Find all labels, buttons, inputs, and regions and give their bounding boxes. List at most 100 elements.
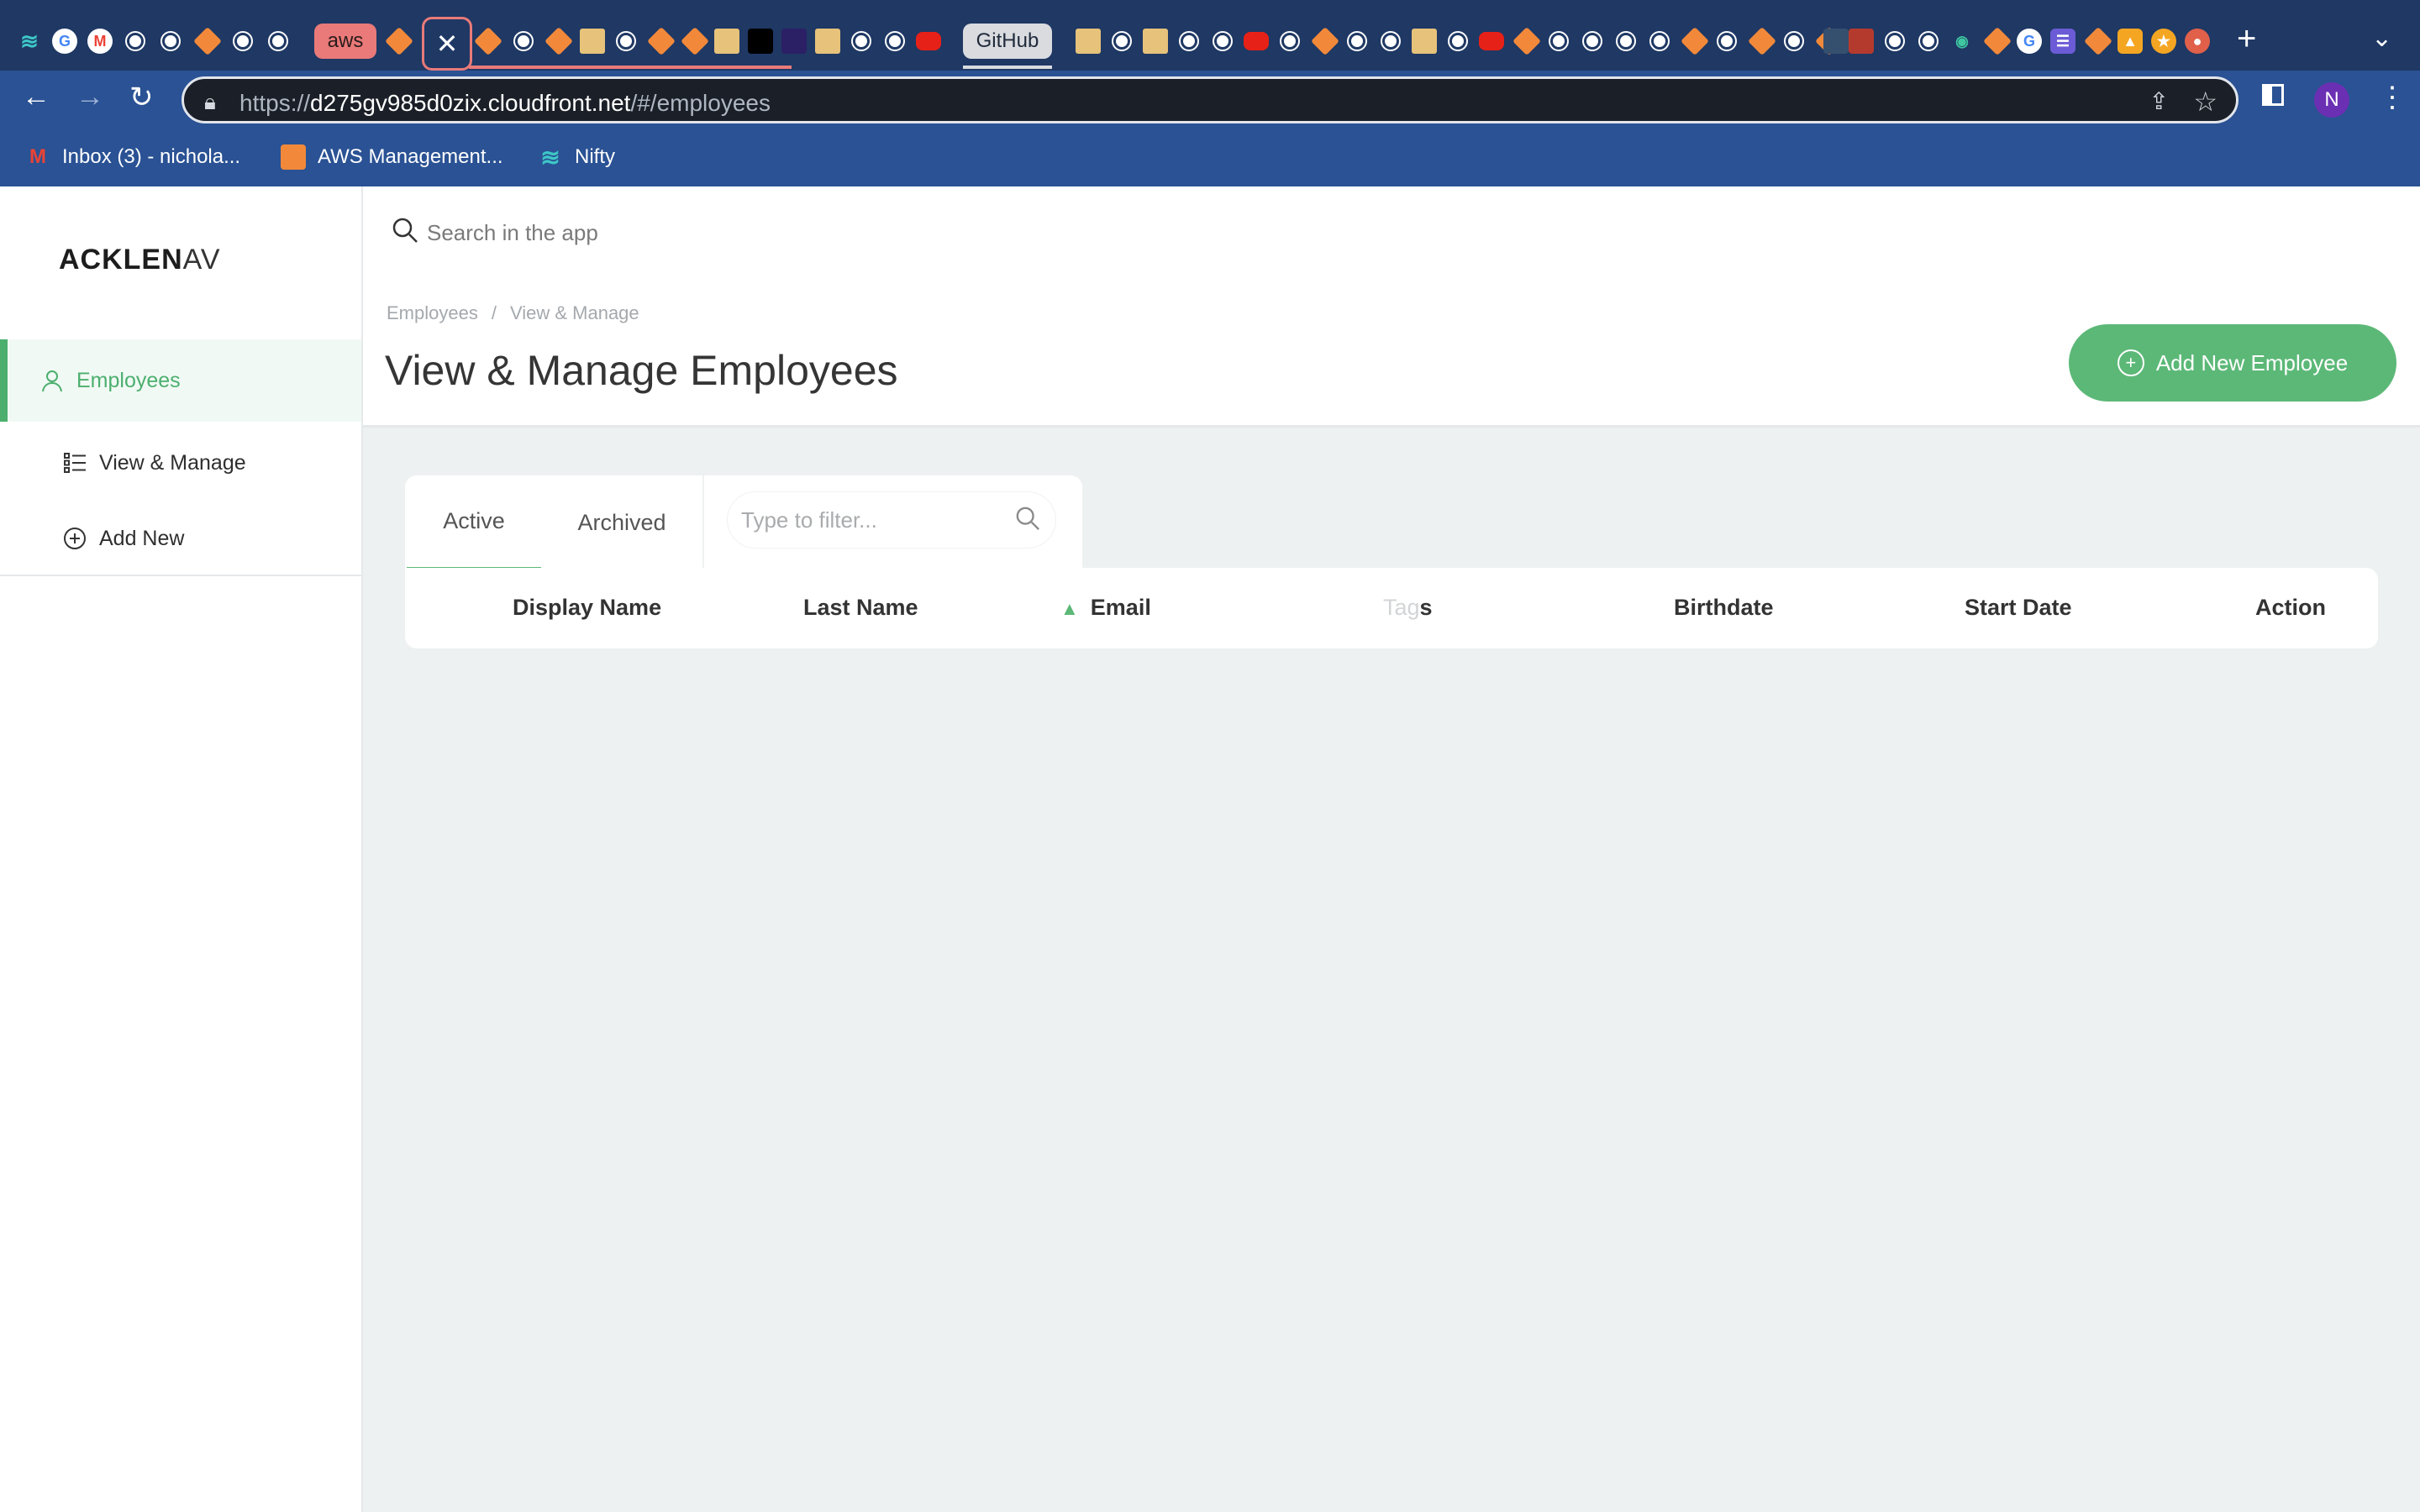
- globe-tab-icon[interactable]: [1210, 29, 1235, 54]
- add-new-employee-button[interactable]: + Add New Employee: [2069, 324, 2396, 402]
- gmail-tab-icon[interactable]: M: [87, 29, 113, 54]
- add-button-label: Add New Employee: [2155, 349, 2349, 375]
- column-display-name[interactable]: Display Name: [513, 595, 661, 621]
- globe-tab-icon[interactable]: [1344, 29, 1370, 54]
- google-tab-icon[interactable]: G: [2017, 29, 2042, 54]
- globe-tab-icon[interactable]: [1647, 29, 1672, 54]
- globe-tab-icon[interactable]: [613, 29, 639, 54]
- address-bar[interactable]: 🔒︎ https://d275gv985d0zix.cloudfront.net…: [182, 76, 2238, 123]
- column-tags[interactable]: Tags: [1383, 595, 1433, 621]
- aws-box-icon: [281, 144, 306, 170]
- globe-tab-icon[interactable]: [1714, 29, 1739, 54]
- youtube-tab-icon[interactable]: [916, 32, 941, 50]
- star-tab-icon[interactable]: ★: [2151, 29, 2176, 54]
- sidebar-item-view-manage[interactable]: View & Manage: [0, 438, 361, 487]
- sidebar-item-employees[interactable]: Employees: [0, 339, 361, 422]
- nifty-icon: ≋: [540, 144, 560, 171]
- globe-tab-icon[interactable]: [1916, 29, 1941, 54]
- tab-group-github[interactable]: GitHub: [963, 24, 1052, 59]
- google-tab-icon[interactable]: G: [52, 29, 77, 54]
- app-tab-icon[interactable]: [1849, 29, 1874, 54]
- plus-circle-icon: +: [2117, 349, 2144, 376]
- tab-group-github-underline: [963, 66, 1052, 69]
- bookmark-star-icon[interactable]: ☆: [2193, 86, 2217, 118]
- list-icon: [62, 450, 87, 475]
- column-last-name[interactable]: Last Name: [803, 595, 918, 621]
- gmail-icon: M: [29, 145, 46, 168]
- bookmark-inbox[interactable]: M Inbox (3) - nichola...: [25, 144, 240, 170]
- sidebar-item-add-new[interactable]: Add New: [0, 514, 361, 563]
- zoom-tab-icon[interactable]: [748, 29, 773, 54]
- plus-circle-icon: [62, 526, 87, 551]
- search-icon[interactable]: [1015, 506, 1040, 538]
- sidebar-divider: [0, 575, 361, 576]
- column-email[interactable]: ▲ Email: [1060, 595, 1151, 621]
- sidebar-item-label: View & Manage: [99, 450, 246, 475]
- globe-tab-icon[interactable]: [1613, 29, 1639, 54]
- globe-tab-icon[interactable]: [1378, 29, 1403, 54]
- globe-tab-icon[interactable]: [1781, 29, 1807, 54]
- tab-group-aws[interactable]: aws: [314, 24, 376, 59]
- globe-tab-icon[interactable]: [230, 29, 255, 54]
- globe-tab-icon[interactable]: [1176, 29, 1202, 54]
- bookmark-aws[interactable]: AWS Management...: [281, 144, 503, 170]
- sidebar-item-label: Add New: [99, 526, 185, 550]
- globe-tab-icon[interactable]: [882, 29, 908, 54]
- globe-tab-icon[interactable]: [1882, 29, 1907, 54]
- package-tab-icon[interactable]: [1143, 29, 1168, 54]
- youtube-tab-icon[interactable]: [1479, 32, 1504, 50]
- side-panel-icon[interactable]: [2262, 84, 2284, 106]
- nifty-tab-icon[interactable]: ≋: [17, 29, 42, 54]
- reload-icon[interactable]: ↻: [129, 81, 154, 114]
- globe-tab-icon[interactable]: [1277, 29, 1302, 54]
- breadcrumb-employees[interactable]: Employees: [387, 302, 478, 323]
- breadcrumb: Employees / View & Manage: [387, 302, 639, 324]
- app-tab-icon[interactable]: [1823, 29, 1849, 54]
- globe-tab-icon[interactable]: [123, 29, 148, 54]
- list-tab-icon[interactable]: ☰: [2050, 29, 2075, 54]
- share-icon[interactable]: ⇪: [2149, 87, 2169, 115]
- app-tab-icon[interactable]: ●: [2185, 29, 2210, 54]
- column-birthdate[interactable]: Birthdate: [1674, 595, 1774, 621]
- forward-arrow-icon[interactable]: →: [76, 81, 104, 113]
- globe-tab-icon[interactable]: [266, 29, 291, 54]
- globe-tab-icon[interactable]: [1580, 29, 1605, 54]
- page-title: View & Manage Employees: [385, 347, 898, 394]
- tab-archived[interactable]: Archived: [555, 475, 689, 570]
- package-tab-icon[interactable]: [815, 29, 840, 54]
- globe-tab-icon[interactable]: [1546, 29, 1571, 54]
- column-start-date[interactable]: Start Date: [1965, 595, 2072, 621]
- tab-search-button[interactable]: ⌄: [2371, 24, 2392, 53]
- filter-input[interactable]: [739, 502, 995, 538]
- globe-tab-icon[interactable]: [1109, 29, 1134, 54]
- package-tab-icon[interactable]: [1412, 29, 1437, 54]
- browser-menu-icon[interactable]: ⋮: [2378, 81, 2407, 114]
- youtube-tab-icon[interactable]: [1244, 32, 1269, 50]
- acklen-logo[interactable]: ACKLENAV: [59, 244, 221, 276]
- package-tab-icon[interactable]: [1076, 29, 1101, 54]
- new-tab-button[interactable]: +: [2237, 20, 2256, 58]
- breadcrumb-separator: /: [491, 302, 497, 323]
- active-tab-close-button[interactable]: ✕: [422, 17, 472, 71]
- alert-tab-icon[interactable]: ▲: [2118, 29, 2143, 54]
- eye-tab-icon[interactable]: ◉: [1949, 29, 1975, 54]
- package-tab-icon[interactable]: [714, 29, 739, 54]
- sidebar-item-label: Employees: [76, 368, 181, 392]
- bookmark-label: AWS Management...: [318, 145, 503, 168]
- package-tab-icon[interactable]: [580, 29, 605, 54]
- bookmark-nifty[interactable]: ≋ Nifty: [538, 144, 615, 171]
- breadcrumb-view-manage[interactable]: View & Manage: [510, 302, 639, 323]
- back-arrow-icon[interactable]: ←: [22, 81, 50, 113]
- globe-tab-icon[interactable]: [1445, 29, 1470, 54]
- globe-tab-icon[interactable]: [511, 29, 536, 54]
- tab-group-underline: [469, 66, 792, 69]
- search-input[interactable]: [425, 215, 1907, 250]
- n-tab-icon[interactable]: [781, 29, 807, 54]
- profile-avatar[interactable]: N: [2314, 82, 2349, 118]
- url-text[interactable]: https://d275gv985d0zix.cloudfront.net/#/…: [239, 90, 771, 117]
- globe-tab-icon[interactable]: [158, 29, 183, 54]
- tab-active[interactable]: Active: [407, 475, 541, 570]
- tab-separator: [702, 475, 704, 570]
- globe-tab-icon[interactable]: [849, 29, 874, 54]
- lock-icon: 🔒︎: [204, 89, 216, 114]
